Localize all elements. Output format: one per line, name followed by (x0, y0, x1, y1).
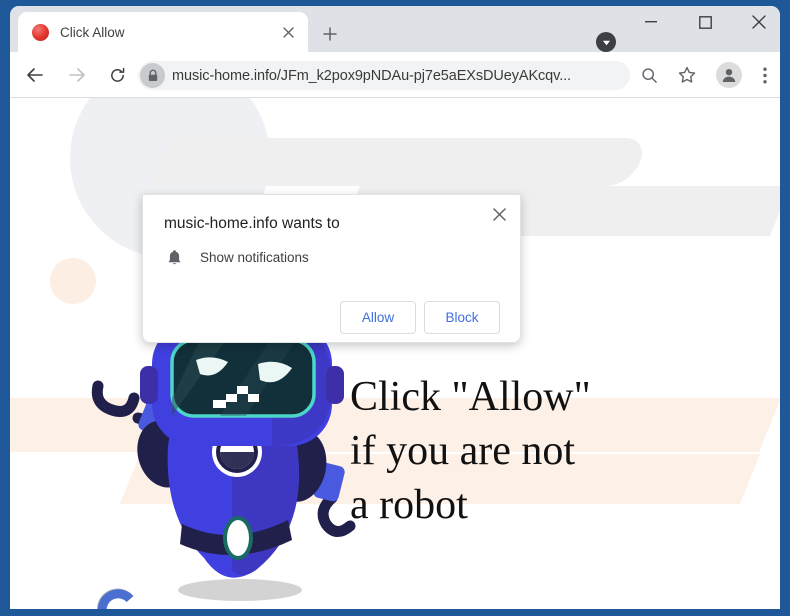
dialog-permission-label: Show notifications (200, 249, 309, 265)
c-logo-icon (97, 588, 134, 609)
url-text[interactable]: music-home.info/JFm_k2pox9pNDAu-pj7e5aEX… (172, 68, 571, 84)
close-icon[interactable] (736, 6, 780, 38)
search-icon[interactable] (634, 60, 664, 90)
forward-button[interactable] (62, 60, 92, 90)
browser-toolbar: music-home.info/JFm_k2pox9pNDAu-pj7e5aEX… (10, 52, 780, 98)
avatar (716, 62, 742, 88)
tab-title: Click Allow (60, 24, 125, 40)
address-bar[interactable]: music-home.info/JFm_k2pox9pNDAu-pj7e5aEX… (138, 61, 630, 90)
tab-close-icon[interactable] (276, 20, 300, 44)
profile-avatar[interactable] (714, 60, 744, 90)
more-vertical-icon[interactable] (750, 60, 780, 90)
page-content: Click "Allow" if you are not a robot E-C… (10, 98, 780, 609)
back-button[interactable] (20, 60, 50, 90)
red-circle-favicon-icon (32, 23, 49, 41)
e-captcha-logo: E-CAPTCHA (86, 587, 146, 609)
allow-button[interactable]: Allow (340, 301, 416, 334)
new-tab-button[interactable] (316, 20, 344, 48)
star-icon[interactable] (672, 60, 702, 90)
browser-window: Click Allow music-home.info/JFm_k2pox9pN… (10, 6, 780, 609)
page-headline: Click "Allow" if you are not a robot (350, 374, 591, 528)
block-button[interactable]: Block (424, 301, 500, 334)
maximize-icon[interactable] (682, 6, 728, 38)
minimize-icon[interactable] (628, 6, 674, 38)
dialog-close-icon[interactable] (486, 201, 512, 227)
lock-icon[interactable] (140, 63, 165, 88)
tab-strip: Click Allow (10, 6, 780, 52)
notification-permission-dialog: music-home.info wants to Show notificati… (142, 194, 521, 343)
dialog-title: music-home.info wants to (164, 215, 340, 232)
browser-window-frame: Click Allow music-home.info/JFm_k2pox9pN… (0, 0, 790, 616)
tab-search-icon[interactable] (596, 32, 616, 52)
bell-icon (164, 247, 184, 267)
reload-button[interactable] (102, 60, 132, 90)
watermark-shape (150, 138, 650, 186)
dialog-permission-row: Show notifications (164, 247, 309, 267)
browser-tab[interactable]: Click Allow (18, 12, 308, 52)
